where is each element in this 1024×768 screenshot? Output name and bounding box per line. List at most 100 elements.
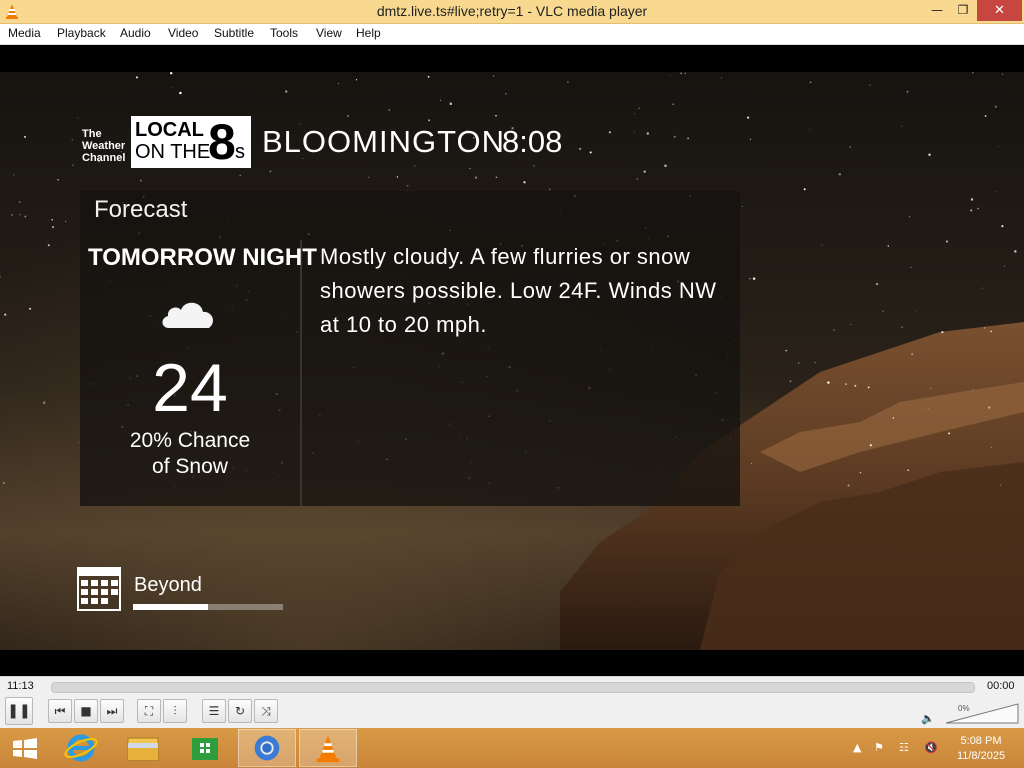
- previous-button[interactable]: ⏮: [48, 699, 72, 723]
- maximize-button[interactable]: ❐: [950, 0, 976, 21]
- network-icon[interactable]: ☷: [899, 741, 909, 754]
- star: [285, 90, 288, 93]
- vlc-icon[interactable]: [299, 729, 357, 767]
- star: [18, 201, 21, 204]
- star: [493, 75, 495, 77]
- logo-eight-text: 8: [208, 114, 236, 170]
- volume-percent: 0%: [958, 704, 970, 713]
- star: [809, 81, 812, 84]
- stop-button[interactable]: ■: [74, 699, 98, 723]
- star: [984, 115, 987, 117]
- star: [833, 329, 835, 331]
- star: [970, 209, 973, 212]
- star: [977, 207, 979, 210]
- file-explorer-icon[interactable]: [114, 729, 172, 767]
- star: [997, 146, 999, 148]
- forecast-period: TOMORROW NIGHT: [88, 244, 317, 271]
- star: [51, 219, 53, 221]
- action-center-flag-icon[interactable]: ⚑: [874, 741, 884, 754]
- star: [2, 481, 5, 484]
- next-button[interactable]: ⏭: [100, 699, 124, 723]
- star: [0, 275, 1, 278]
- star: [785, 349, 788, 352]
- menu-media[interactable]: Media: [8, 26, 41, 40]
- close-button[interactable]: ✕: [977, 0, 1022, 21]
- fullscreen-button[interactable]: ⛶: [137, 699, 161, 723]
- taskbar: ▲ ⚑ ☷ 🔇 5:08 PM 11/8/2025: [0, 728, 1024, 768]
- star: [608, 131, 611, 134]
- star: [927, 407, 929, 409]
- star: [57, 178, 59, 181]
- store-icon[interactable]: [176, 729, 234, 767]
- pause-button[interactable]: ❚❚: [5, 697, 33, 725]
- menu-view[interactable]: View: [316, 26, 342, 40]
- star: [798, 362, 800, 364]
- tray-clock[interactable]: 5:08 PM 11/8/2025: [951, 734, 1011, 764]
- speaker-muted-icon[interactable]: 🔇: [924, 741, 938, 754]
- star: [10, 213, 13, 216]
- star: [859, 471, 862, 474]
- star: [1004, 265, 1006, 267]
- elapsed-time: 11:13: [7, 680, 34, 692]
- star: [869, 84, 871, 86]
- star: [523, 181, 526, 184]
- tray-expand-icon[interactable]: ▲: [853, 741, 861, 754]
- menu-playback[interactable]: Playback: [57, 26, 106, 40]
- logo-s-text: s: [235, 141, 245, 163]
- loop-button[interactable]: ↻: [228, 699, 252, 723]
- star: [347, 114, 350, 118]
- next-segment-label: Beyond: [134, 574, 202, 596]
- star: [52, 226, 54, 228]
- menu-video[interactable]: Video: [168, 26, 198, 40]
- star: [475, 176, 478, 179]
- cloud-icon: [162, 302, 214, 328]
- minimize-button[interactable]: —: [924, 0, 950, 21]
- mute-icon[interactable]: 🔈: [921, 712, 935, 725]
- weather-channel-logo: The Weather Channel: [82, 128, 125, 164]
- chrome-icon[interactable]: [238, 729, 296, 767]
- star: [821, 244, 823, 246]
- internet-explorer-icon[interactable]: [52, 729, 110, 767]
- star: [892, 417, 895, 419]
- volume-slider[interactable]: [944, 702, 1020, 724]
- star: [23, 135, 27, 138]
- star: [388, 109, 391, 111]
- star: [849, 146, 851, 148]
- shuffle-button[interactable]: ⤨: [254, 699, 278, 723]
- star: [368, 176, 370, 178]
- seek-bar[interactable]: [51, 682, 975, 693]
- star: [684, 72, 686, 74]
- menu-subtitle[interactable]: Subtitle: [214, 26, 254, 40]
- star: [854, 384, 857, 387]
- start-icon[interactable]: [0, 729, 50, 767]
- star: [406, 184, 409, 187]
- extended-settings-button[interactable]: ⫶: [163, 699, 187, 723]
- forecast-title: Forecast: [94, 196, 188, 223]
- menu-help[interactable]: Help: [356, 26, 381, 40]
- playlist-button[interactable]: ☰: [202, 699, 226, 723]
- star: [633, 131, 635, 133]
- star: [972, 72, 974, 74]
- star: [887, 245, 890, 247]
- star: [987, 406, 991, 409]
- star: [664, 164, 667, 168]
- star: [135, 76, 138, 79]
- star: [928, 153, 931, 157]
- star: [495, 114, 497, 117]
- star: [749, 138, 751, 140]
- star: [911, 353, 913, 355]
- brand-line: Weather: [82, 140, 126, 152]
- star: [669, 74, 671, 76]
- star: [970, 198, 974, 201]
- menu-audio[interactable]: Audio: [120, 26, 151, 40]
- star: [72, 164, 74, 166]
- star: [396, 176, 399, 178]
- star: [338, 83, 339, 85]
- star: [741, 205, 743, 207]
- menu-tools[interactable]: Tools: [270, 26, 298, 40]
- star: [750, 462, 752, 464]
- star: [548, 188, 551, 190]
- star: [469, 168, 471, 170]
- star: [850, 323, 852, 325]
- star: [239, 174, 241, 177]
